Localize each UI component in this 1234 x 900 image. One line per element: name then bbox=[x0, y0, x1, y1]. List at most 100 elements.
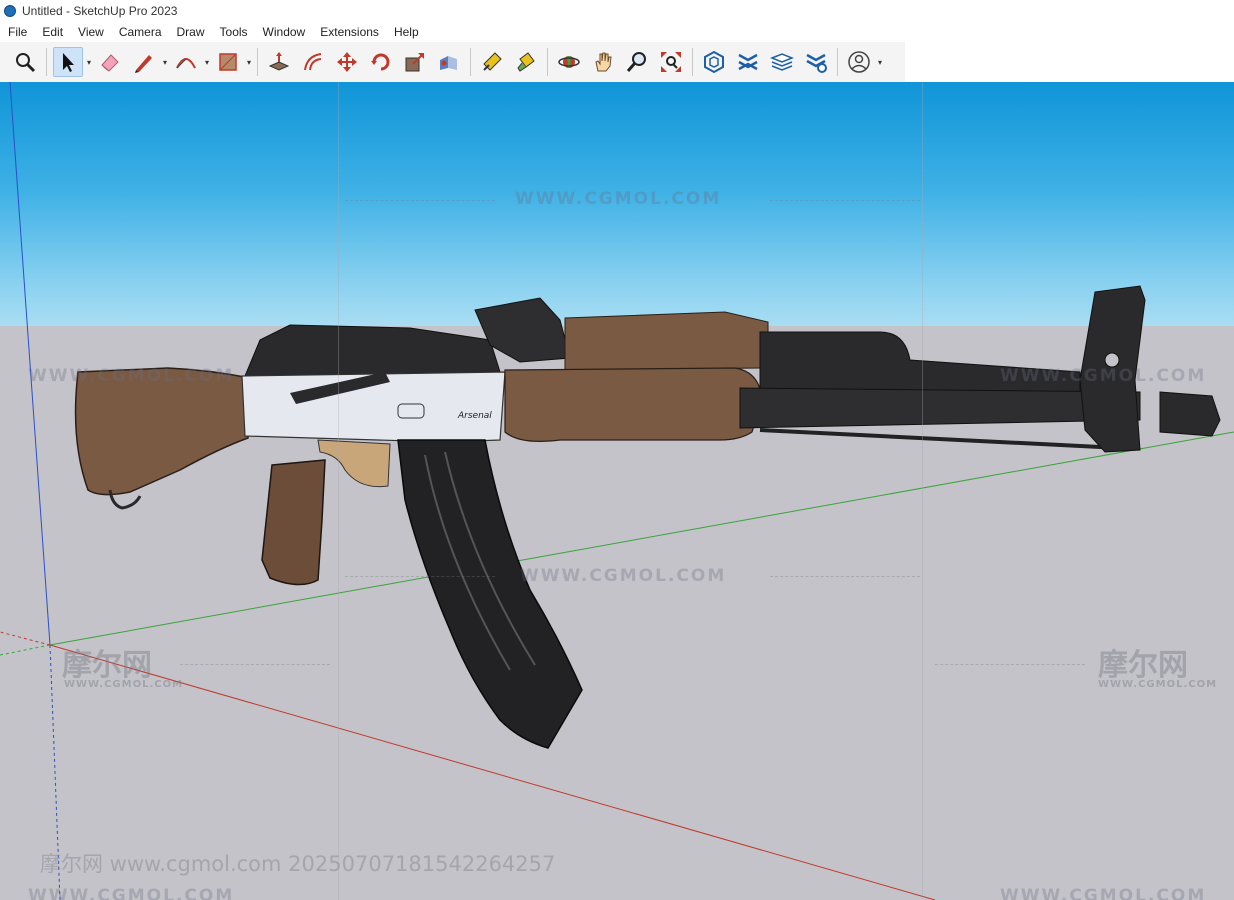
large-tool-set-toolbar: ▾ ▾ ▾ ▾ ▾ bbox=[0, 42, 905, 83]
blue-axis bbox=[9, 82, 51, 646]
menu-file[interactable]: File bbox=[0, 25, 34, 39]
rectangle-tool-button[interactable] bbox=[213, 47, 243, 77]
menu-draw[interactable]: Draw bbox=[169, 25, 212, 39]
top-cover bbox=[244, 324, 501, 377]
follow-me-tool-button[interactable] bbox=[434, 47, 464, 77]
sketchup-app-icon bbox=[4, 5, 16, 17]
move-tool-button[interactable] bbox=[332, 47, 362, 77]
magazine bbox=[397, 439, 583, 749]
lower-handguard bbox=[504, 367, 763, 442]
watermark-url: WWW.CGMOL.COM bbox=[1000, 366, 1207, 386]
watermark-logo-sub: WWW.CGMOL.COM bbox=[1098, 82, 1217, 84]
pan-tool-button[interactable] bbox=[588, 47, 618, 77]
scale-tool-button[interactable] bbox=[400, 47, 430, 77]
front-sight-hole bbox=[1104, 352, 1120, 368]
menu-view[interactable]: View bbox=[70, 25, 111, 39]
orbit-tool-button[interactable] bbox=[554, 47, 584, 77]
green-axis bbox=[49, 431, 1234, 646]
arc-tool-button[interactable] bbox=[171, 47, 201, 77]
zoom-extents-tool-button[interactable] bbox=[656, 47, 686, 77]
window-title: Untitled - SketchUp Pro 2023 bbox=[22, 4, 178, 18]
watermark-url: WWW.CGMOL.COM bbox=[515, 189, 722, 209]
watermark-dash bbox=[935, 664, 1085, 665]
watermark-logo-sub: WWW.CGMOL.COM bbox=[1098, 679, 1218, 690]
3d-warehouse-button[interactable] bbox=[699, 47, 729, 77]
model-viewport[interactable]: Arsenal WWW.CGMOL.COM WWW.CGMOL.COM WWW.… bbox=[0, 82, 1234, 900]
toolbar-separator bbox=[837, 48, 838, 76]
toolbar-separator bbox=[257, 48, 258, 76]
layers-icon bbox=[770, 53, 794, 71]
arc-icon bbox=[176, 58, 196, 69]
menu-extensions[interactable]: Extensions bbox=[312, 25, 386, 39]
rotate-tool-button[interactable] bbox=[366, 47, 396, 77]
watermark-url: WWW.CGMOL.COM bbox=[1000, 886, 1207, 900]
watermark-url: WWW.CGMOL.COM bbox=[28, 886, 235, 900]
tape-measure-tool-button[interactable] bbox=[477, 47, 507, 77]
muzzle-brake bbox=[1159, 391, 1221, 437]
select-tool-button[interactable] bbox=[53, 47, 83, 77]
select-arrow-icon bbox=[63, 53, 74, 72]
watermark-logo-sub: WWW.CGMOL.COM bbox=[64, 679, 184, 690]
account-button[interactable] bbox=[844, 47, 874, 77]
extension-manager-button[interactable] bbox=[801, 47, 831, 77]
arc-dropdown-icon[interactable]: ▾ bbox=[203, 58, 211, 67]
select-dropdown-icon[interactable]: ▾ bbox=[85, 58, 93, 67]
red-axis-negative bbox=[0, 631, 51, 646]
zoom-extents-icon bbox=[661, 52, 681, 72]
layout-button[interactable] bbox=[767, 47, 797, 77]
watermark-dash bbox=[180, 664, 330, 665]
account-dropdown-icon[interactable]: ▾ bbox=[876, 58, 884, 67]
toolbar-separator bbox=[46, 48, 47, 76]
watermark-url: WWW.CGMOL.COM bbox=[28, 366, 235, 386]
follow-me-icon bbox=[440, 56, 457, 70]
offset-icon bbox=[304, 53, 322, 71]
watermark-logo: 摩尔网 bbox=[1098, 648, 1188, 683]
rifle-3d-model[interactable]: Arsenal bbox=[74, 285, 1221, 749]
push-pull-tool-button[interactable] bbox=[264, 47, 294, 77]
warehouse-icon bbox=[704, 50, 724, 74]
menu-edit[interactable]: Edit bbox=[34, 25, 70, 39]
search-button[interactable] bbox=[10, 47, 40, 77]
account-icon bbox=[848, 51, 870, 73]
line-dropdown-icon[interactable]: ▾ bbox=[161, 58, 169, 67]
barrel bbox=[739, 387, 1141, 429]
eraser-tool-button[interactable] bbox=[95, 47, 125, 77]
pencil-line-icon bbox=[135, 55, 152, 73]
watermark-logo: 摩尔网 bbox=[62, 82, 152, 86]
rectangle-dropdown-icon[interactable]: ▾ bbox=[245, 58, 253, 67]
zoom-tool-button[interactable] bbox=[622, 47, 652, 77]
components-icon bbox=[738, 53, 758, 71]
paint-bucket-tool-button[interactable] bbox=[511, 47, 541, 77]
line-tool-button[interactable] bbox=[129, 47, 159, 77]
green-axis-negative bbox=[0, 644, 51, 656]
rotate-icon bbox=[371, 53, 390, 71]
search-icon bbox=[16, 53, 36, 73]
footer-watermark: 摩尔网 www.cgmol.com 20250707181542264257 bbox=[40, 852, 556, 876]
trigger-guard bbox=[317, 439, 391, 488]
paint-bucket-icon bbox=[517, 52, 535, 72]
menu-tools[interactable]: Tools bbox=[212, 25, 255, 39]
extension-settings-icon bbox=[806, 53, 827, 73]
scale-icon bbox=[405, 53, 424, 72]
zoom-icon bbox=[626, 52, 646, 72]
watermark-dash bbox=[345, 576, 495, 577]
rifle-stock bbox=[74, 367, 251, 496]
offset-tool-button[interactable] bbox=[298, 47, 328, 77]
pan-hand-icon bbox=[595, 52, 612, 72]
watermark-line bbox=[338, 82, 339, 900]
pistol-grip bbox=[261, 459, 326, 586]
toolbar-separator bbox=[692, 48, 693, 76]
watermark-dash bbox=[770, 200, 920, 201]
rectangle-icon bbox=[219, 53, 237, 71]
watermark-dash bbox=[770, 576, 920, 577]
cleaning-rod bbox=[759, 428, 1121, 450]
menu-window[interactable]: Window bbox=[255, 25, 313, 39]
menu-help[interactable]: Help bbox=[386, 25, 426, 39]
toolbar-separator bbox=[547, 48, 548, 76]
upper-handguard bbox=[564, 311, 769, 371]
tape-measure-icon bbox=[483, 52, 502, 71]
receiver-marking: Arsenal bbox=[457, 411, 492, 421]
menu-camera[interactable]: Camera bbox=[111, 25, 169, 39]
watermark-url: WWW.CGMOL.COM bbox=[520, 566, 727, 586]
extension-warehouse-button[interactable] bbox=[733, 47, 763, 77]
